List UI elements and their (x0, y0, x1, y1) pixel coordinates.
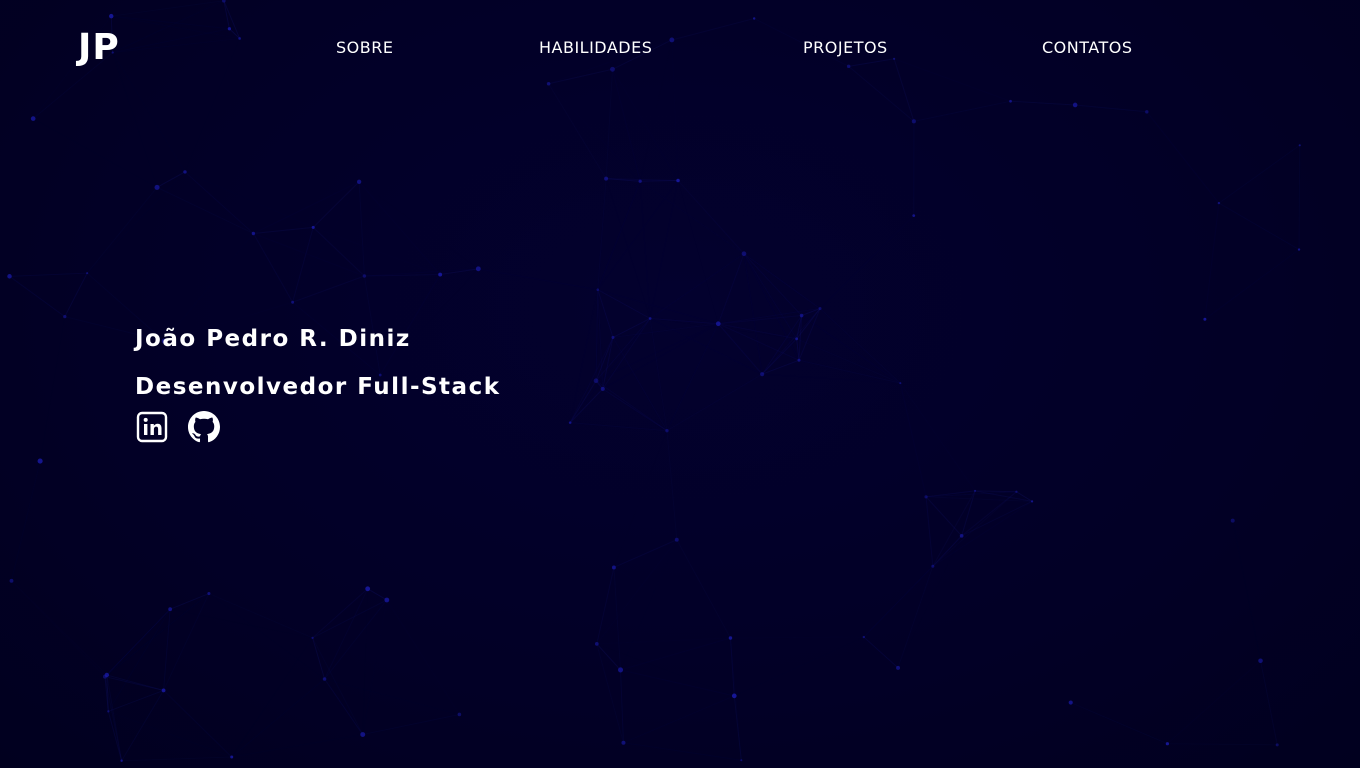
linkedin-icon (136, 411, 168, 443)
github-icon (188, 411, 220, 443)
nav-link-habilidades[interactable]: HABILIDADES (539, 39, 652, 57)
hero-role: Desenvolvedor Full-Stack (135, 374, 501, 400)
social-links (136, 411, 220, 443)
linkedin-link[interactable] (136, 411, 168, 443)
nav-link-projetos[interactable]: PROJETOS (803, 39, 888, 57)
github-link[interactable] (188, 411, 220, 443)
page: JP SOBRE HABILIDADES PROJETOS CONTATOS J… (0, 0, 1360, 768)
nav-link-contatos[interactable]: CONTATOS (1042, 39, 1133, 57)
logo[interactable]: JP (78, 28, 120, 68)
nav-link-sobre[interactable]: SOBRE (336, 39, 393, 57)
hero-name: João Pedro R. Diniz (135, 326, 411, 352)
